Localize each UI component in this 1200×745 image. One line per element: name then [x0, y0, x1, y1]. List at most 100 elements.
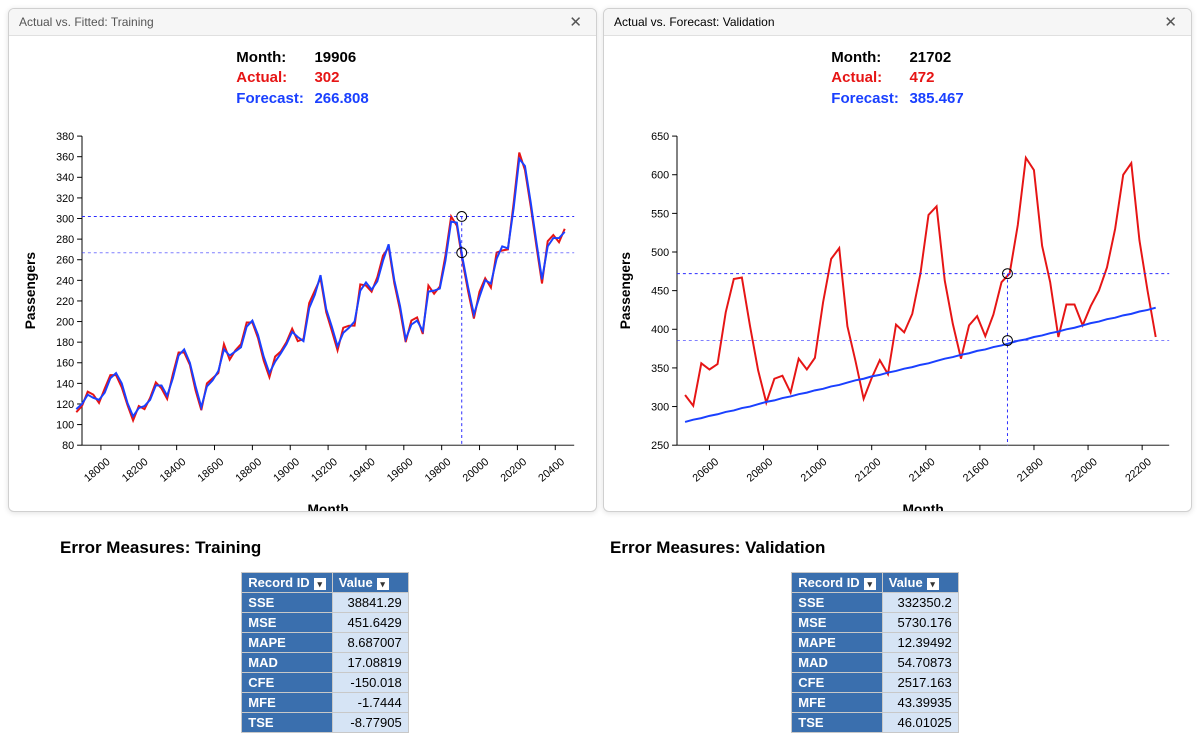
svg-text:300: 300	[651, 401, 669, 413]
table-row: SSE332350.2	[792, 593, 958, 613]
record-id-cell: SSE	[792, 593, 882, 613]
validation-chart: 2503003504004505005506006502060020800210…	[614, 46, 1181, 512]
svg-text:350: 350	[651, 363, 669, 375]
svg-text:19000: 19000	[271, 456, 302, 485]
svg-text:18400: 18400	[158, 456, 189, 485]
record-id-cell: SSE	[242, 593, 332, 613]
table-row: CFE2517.163	[792, 673, 958, 693]
svg-text:300: 300	[56, 213, 74, 225]
record-id-cell: TSE	[792, 713, 882, 733]
svg-text:19400: 19400	[347, 456, 378, 485]
training-chart: 8010012014016018020022024026028030032034…	[19, 46, 586, 512]
training-chart-area[interactable]: Month: 19906 Actual: 302 Forecast: 266.8…	[9, 36, 596, 512]
dropdown-icon[interactable]: ▾	[927, 578, 939, 590]
dropdown-icon[interactable]: ▾	[864, 578, 876, 590]
svg-text:Month: Month	[307, 502, 348, 512]
svg-text:600: 600	[651, 170, 669, 182]
validation-chart-area[interactable]: Month: 21702 Actual: 472 Forecast: 385.4…	[604, 36, 1191, 512]
table-row: MSE5730.176	[792, 613, 958, 633]
validation-errors-table: Record ID▾Value▾SSE332350.2MSE5730.176MA…	[791, 572, 958, 733]
table-row: MAD54.70873	[792, 653, 958, 673]
record-id-cell: MAPE	[242, 633, 332, 653]
svg-text:Passengers: Passengers	[618, 252, 633, 330]
value-cell: 5730.176	[882, 613, 958, 633]
svg-text:140: 140	[56, 378, 74, 390]
svg-text:500: 500	[651, 247, 669, 259]
validation-errors-title: Error Measures: Validation	[610, 538, 825, 558]
svg-text:19600: 19600	[385, 456, 416, 485]
table-row: SSE38841.29	[242, 593, 408, 613]
value-cell: 451.6429	[332, 613, 408, 633]
training-errors-section: Error Measures: Training Record ID▾Value…	[50, 528, 600, 733]
value-header[interactable]: Value▾	[332, 573, 408, 593]
value-cell: 43.39935	[882, 693, 958, 713]
svg-text:650: 650	[651, 131, 669, 143]
training-panel-title: Actual vs. Fitted: Training	[19, 15, 154, 29]
record-id-cell: CFE	[242, 673, 332, 693]
svg-text:21000: 21000	[799, 456, 830, 485]
svg-text:20400: 20400	[536, 456, 567, 485]
svg-text:250: 250	[651, 440, 669, 452]
svg-text:21800: 21800	[1015, 456, 1046, 485]
value-cell: 8.687007	[332, 633, 408, 653]
validation-panel: Actual vs. Forecast: Validation ✕ Month:…	[603, 8, 1192, 512]
svg-text:20200: 20200	[498, 456, 529, 485]
dropdown-icon[interactable]: ▾	[314, 578, 326, 590]
svg-text:80: 80	[62, 440, 74, 452]
record-id-cell: MFE	[792, 693, 882, 713]
dropdown-icon[interactable]: ▾	[377, 578, 389, 590]
training-errors-title: Error Measures: Training	[60, 538, 261, 558]
svg-text:19800: 19800	[423, 456, 454, 485]
svg-text:Passengers: Passengers	[23, 252, 38, 330]
table-row: MAD17.08819	[242, 653, 408, 673]
svg-text:450: 450	[651, 286, 669, 298]
svg-text:380: 380	[56, 131, 74, 143]
svg-text:260: 260	[56, 255, 74, 267]
svg-text:220: 220	[56, 296, 74, 308]
value-cell: 54.70873	[882, 653, 958, 673]
svg-text:18600: 18600	[196, 456, 227, 485]
svg-text:21400: 21400	[907, 456, 938, 485]
table-row: MFE-1.7444	[242, 693, 408, 713]
value-cell: 38841.29	[332, 593, 408, 613]
table-row: TSE46.01025	[792, 713, 958, 733]
table-row: MSE451.6429	[242, 613, 408, 633]
svg-text:22000: 22000	[1069, 456, 1100, 485]
svg-text:20600: 20600	[690, 456, 721, 485]
training-errors-table: Record ID▾Value▾SSE38841.29MSE451.6429MA…	[241, 572, 408, 733]
svg-text:180: 180	[56, 337, 74, 349]
svg-text:280: 280	[56, 234, 74, 246]
record-id-cell: MAPE	[792, 633, 882, 653]
table-row: MAPE12.39492	[792, 633, 958, 653]
validation-errors-section: Error Measures: Validation Record ID▾Val…	[600, 528, 1150, 733]
training-panel: Actual vs. Fitted: Training ✕ Month: 199…	[8, 8, 597, 512]
validation-hover-info: Month: 21702 Actual: 472 Forecast: 385.4…	[831, 48, 963, 109]
svg-text:18000: 18000	[82, 456, 113, 485]
value-cell: -150.018	[332, 673, 408, 693]
record-id-cell: MFE	[242, 693, 332, 713]
svg-text:340: 340	[56, 172, 74, 184]
svg-text:320: 320	[56, 193, 74, 205]
svg-text:20800: 20800	[745, 456, 776, 485]
value-cell: 12.39492	[882, 633, 958, 653]
table-row: MAPE8.687007	[242, 633, 408, 653]
value-cell: 46.01025	[882, 713, 958, 733]
close-icon[interactable]: ✕	[565, 13, 586, 31]
record-id-cell: MSE	[242, 613, 332, 633]
svg-text:22200: 22200	[1123, 456, 1154, 485]
svg-text:18800: 18800	[233, 456, 264, 485]
value-cell: -8.77905	[332, 713, 408, 733]
validation-panel-title: Actual vs. Forecast: Validation	[614, 15, 775, 29]
record-id-cell: MSE	[792, 613, 882, 633]
svg-text:18200: 18200	[120, 456, 151, 485]
svg-text:Month: Month	[902, 502, 943, 512]
value-header[interactable]: Value▾	[882, 573, 958, 593]
close-icon[interactable]: ✕	[1160, 13, 1181, 31]
svg-text:550: 550	[651, 208, 669, 220]
svg-text:360: 360	[56, 152, 74, 164]
record-id-header[interactable]: Record ID▾	[242, 573, 332, 593]
record-id-header[interactable]: Record ID▾	[792, 573, 882, 593]
record-id-cell: CFE	[792, 673, 882, 693]
value-cell: 2517.163	[882, 673, 958, 693]
svg-text:240: 240	[56, 275, 74, 287]
